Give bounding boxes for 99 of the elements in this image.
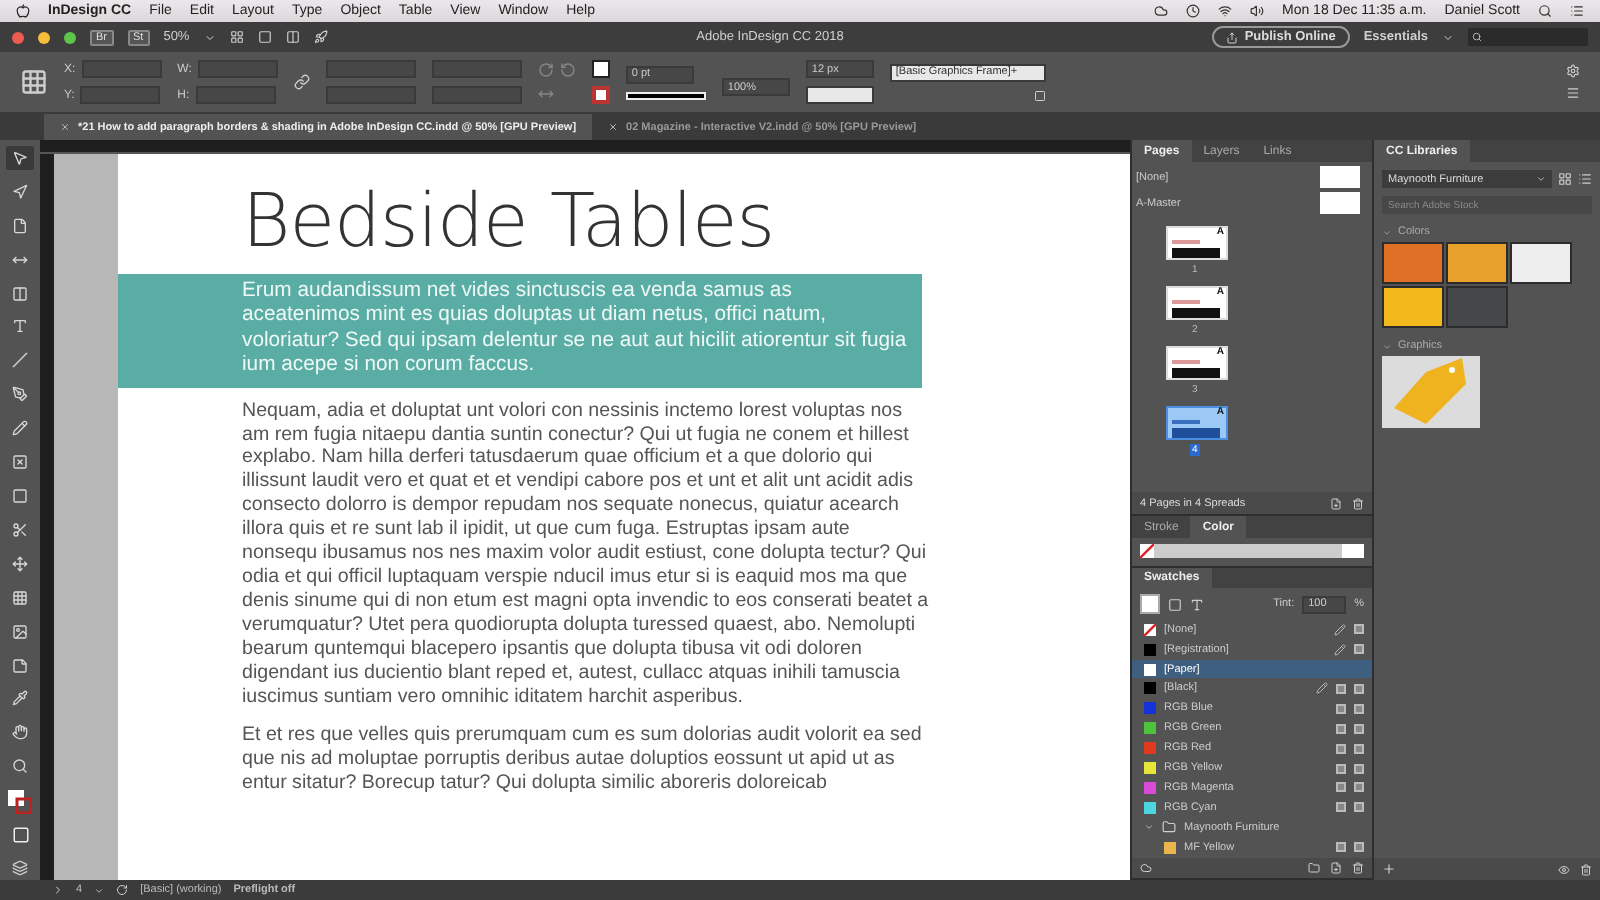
body-paragraph: Nequam, adia et doluptat unt volori con nessinis inctemo lorest voluptas nos am rem fugia nitaepu dantia suntin conectur? Qui ut fugia ne conem et hillest explabo. Nam hilla derferi tatusdaerum quae officium et a que dolorio qui illissunt laudit vero et quat et et vendipi cabore pos et unt et alit unt acidit adis consecto dolorro is dempor repudam nos sequate nonecus, quiatur acearch illora quis et re sunt lab il ipidit, ut que cum fuga. Estruptas ipsam aute nonsequ ibusamus nos nes maxim volor audit estiust, cone dolupta tectur? Qui odia et qui officil luptaquam verspie nducil imus etur si is eaquid mos ma que denis sinume qui di non etum est magni opta invendic to eos conserati beatet a verumquatur? Utet pera quodiorupta dolupta turessed quaest, abo. Nemolupti bearum quntemqui blacepero ipsantis que dolupta tibusa vit odi doloren digendant ius ducientio blant reped et, autest, cullacc atquas inihili tamuscia iuscimus suntiam vero omnihic iditatem harchit asperibus.: [242, 399, 930, 709]
new-swatch-icon[interactable]: [1330, 861, 1342, 874]
fill-stroke-icon[interactable]: [8, 788, 32, 813]
frame-icon: [12, 454, 28, 471]
first-page-icon[interactable]: [52, 884, 64, 896]
body-paragraph: Et et res que velles quis prerumquam cum es sum dolorias audit volorit ea sed que nis ad moluptae porruptis deribus autae doluptios eossunt ut apid ut as entur sitatur? Borecup tatur? Qui dolupta similic aboreris doloreicab: [242, 724, 924, 797]
new-page-icon[interactable]: [1330, 497, 1342, 509]
search-icon[interactable]: [1538, 4, 1552, 18]
pencil-icon: [12, 420, 28, 437]
page-icon: [12, 217, 28, 234]
rectangle-icon: [12, 488, 28, 505]
library-color[interactable]: [1382, 242, 1444, 284]
page-title: Bedside Tables: [242, 178, 777, 266]
locked-pencil-icon: [1334, 623, 1346, 636]
stroke-style[interactable]: [625, 91, 706, 99]
container-icon[interactable]: [1168, 597, 1182, 612]
height-field[interactable]: [195, 86, 276, 104]
arrow-icon: [12, 183, 28, 200]
text-icon[interactable]: [1190, 597, 1204, 612]
eye-icon[interactable]: [1558, 863, 1570, 875]
frame-field[interactable]: [805, 86, 874, 104]
gap-icon: [12, 251, 28, 268]
master-thumbnail[interactable]: [1320, 192, 1360, 214]
view-icon[interactable]: [229, 30, 244, 44]
page-preview-icon: [1172, 360, 1224, 380]
page-preview-icon: [1172, 300, 1224, 320]
transform-icon: [12, 555, 28, 572]
locked-pencil-icon: [1316, 682, 1328, 695]
share-icon: [1226, 31, 1239, 43]
settings-icon[interactable]: [1566, 64, 1580, 78]
search-field[interactable]: [1468, 28, 1588, 46]
list-view-icon[interactable]: [1578, 172, 1592, 186]
screen-mode-icon[interactable]: [257, 30, 272, 44]
image-icon: [12, 623, 28, 640]
apple-icon[interactable]: [16, 4, 30, 18]
caret-icon[interactable]: [1442, 31, 1454, 43]
folder-icon: [1162, 820, 1176, 835]
cloud-icon[interactable]: [1154, 4, 1168, 18]
trash-icon[interactable]: [1580, 863, 1592, 875]
color-ramp[interactable]: [1140, 544, 1364, 558]
line-icon: [12, 352, 28, 369]
wifi-icon[interactable]: [1218, 4, 1232, 18]
fill-swatch[interactable]: [591, 60, 610, 78]
eyedropper-icon: [12, 690, 28, 707]
zoom-button[interactable]: [64, 31, 76, 43]
library-color[interactable]: [1510, 242, 1572, 284]
caret-icon[interactable]: [94, 885, 105, 895]
library-color[interactable]: [1446, 286, 1508, 328]
library-color[interactable]: [1446, 242, 1508, 284]
close-button[interactable]: [12, 31, 24, 43]
fill-swatch[interactable]: [1140, 594, 1160, 615]
caret-icon: [1144, 822, 1154, 833]
none-swatch-icon: [1144, 623, 1156, 636]
add-icon[interactable]: [1382, 862, 1396, 876]
x-field[interactable]: [81, 60, 162, 78]
master-thumbnail[interactable]: [1320, 166, 1360, 188]
content-icon: [12, 285, 28, 302]
zoom-icon: [12, 758, 28, 775]
type-icon: [12, 318, 28, 335]
trash-icon[interactable]: [1352, 497, 1364, 509]
rocket-icon[interactable]: [313, 30, 328, 44]
shear-field[interactable]: [431, 86, 522, 104]
angle-field[interactable]: [431, 60, 522, 78]
folder-icon[interactable]: [1308, 861, 1320, 874]
none-swatch-icon: [1140, 544, 1154, 558]
scale-field[interactable]: [325, 86, 416, 104]
caret-icon: [1536, 174, 1546, 184]
reference-point-icon[interactable]: [20, 68, 48, 96]
page-preview-icon: [1172, 420, 1224, 440]
page-preview-icon: [1172, 240, 1224, 260]
volume-icon[interactable]: [1250, 4, 1264, 18]
trash-icon[interactable]: [1352, 861, 1364, 874]
intro-text: Erum audandissum net vides sinctuscis ea venda samus as aceatenimos mint es quias doluptas ut diam netus, offici natum, voloriatur? Sed qui ipsam delentur se ne aut aut hicilit atiorentur sit fugia ium acepe si non corum faccus.: [242, 280, 909, 380]
search-icon: [1472, 32, 1482, 42]
pen-icon: [12, 386, 28, 403]
hand-icon: [12, 724, 28, 741]
frame-icon[interactable]: [1033, 89, 1046, 101]
width-field[interactable]: [197, 60, 278, 78]
locked-pencil-icon: [1334, 643, 1346, 656]
minimize-button[interactable]: [38, 31, 50, 43]
grid-view-icon[interactable]: [1558, 172, 1572, 186]
note-icon: [12, 657, 28, 674]
link-icon[interactable]: [293, 74, 310, 90]
tool-button[interactable]: [6, 146, 34, 170]
gradient-icon: [12, 589, 28, 606]
library-color[interactable]: [1382, 286, 1444, 328]
scale-field[interactable]: [325, 60, 416, 78]
stroke-swatch[interactable]: [591, 86, 610, 104]
scissors-icon: [12, 521, 28, 538]
caret-icon[interactable]: [203, 31, 216, 43]
menu-icon[interactable]: [1566, 86, 1580, 100]
y-field[interactable]: [80, 86, 161, 104]
screen-mode-icon: [12, 860, 28, 877]
arrange-icon[interactable]: [285, 30, 300, 44]
clock-icon[interactable]: [1186, 4, 1200, 18]
pointer-icon: [12, 149, 28, 166]
list-icon[interactable]: [1570, 4, 1584, 18]
normal-mode-icon: [11, 825, 29, 844]
sync-icon[interactable]: [116, 884, 129, 896]
